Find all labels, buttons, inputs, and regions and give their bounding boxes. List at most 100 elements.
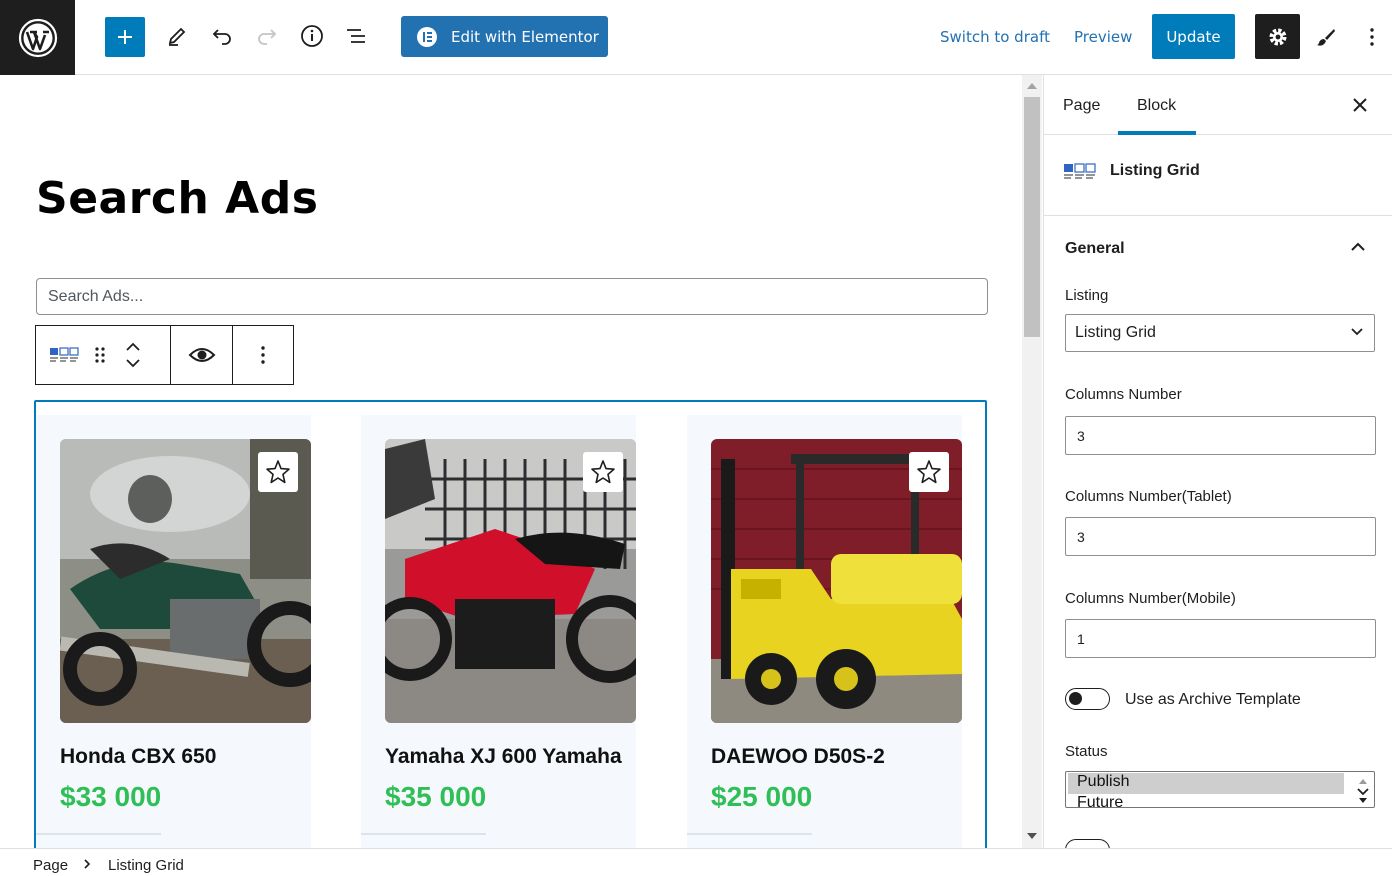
undo-icon bbox=[212, 29, 231, 45]
listbox-scroll-arrows-icon[interactable] bbox=[1354, 773, 1372, 806]
block-toolbar-group-options bbox=[233, 326, 293, 384]
tools-button[interactable] bbox=[157, 16, 197, 56]
columns-mobile-value: 1 bbox=[1077, 630, 1085, 647]
pencil-icon bbox=[168, 27, 186, 46]
panel-title-general[interactable]: General bbox=[1065, 240, 1125, 258]
listing-price: $35 000 bbox=[385, 781, 487, 812]
more-vertical-icon bbox=[261, 346, 265, 364]
options-button[interactable] bbox=[1352, 17, 1392, 57]
switch-to-draft-button[interactable]: Switch to draft bbox=[940, 28, 1050, 46]
favorite-button[interactable] bbox=[258, 452, 298, 492]
scroll-up-arrow-icon[interactable] bbox=[1027, 83, 1037, 89]
edit-with-elementor-button[interactable]: Edit with Elementor bbox=[401, 16, 608, 57]
redo-icon bbox=[258, 29, 277, 45]
listing-image-motorcycle-red[interactable] bbox=[385, 439, 636, 723]
scroll-down-arrow-icon[interactable] bbox=[1027, 833, 1037, 839]
columns-number-value: 3 bbox=[1077, 427, 1085, 444]
block-name: Listing Grid bbox=[1110, 162, 1200, 179]
listing-image-forklift-yellow[interactable] bbox=[711, 439, 962, 723]
listing-card[interactable]: DAEWOO D50S-2 $25 000 bbox=[687, 415, 962, 848]
details-button[interactable] bbox=[292, 16, 332, 56]
listing-price: $33 000 bbox=[60, 781, 162, 812]
undo-button[interactable] bbox=[202, 16, 242, 56]
listing-grid-icon bbox=[1064, 163, 1096, 179]
favorite-button[interactable] bbox=[583, 452, 623, 492]
star-icon bbox=[591, 460, 615, 484]
chevron-down-icon[interactable] bbox=[125, 357, 141, 369]
archive-template-label: Use as Archive Template bbox=[1125, 691, 1301, 708]
list-view-button[interactable] bbox=[337, 16, 377, 56]
star-icon bbox=[917, 460, 941, 484]
block-toolbar-group-move bbox=[36, 326, 171, 384]
listing-card[interactable]: Yamaha XJ 600 Yamaha $35 000 bbox=[361, 415, 636, 848]
preview-toggle-button[interactable] bbox=[188, 326, 216, 384]
add-block-button[interactable] bbox=[105, 17, 145, 57]
status-listbox[interactable]: Publish Future bbox=[1065, 771, 1375, 808]
chevron-down-icon bbox=[1351, 328, 1363, 336]
more-vertical-icon bbox=[1370, 28, 1374, 46]
plus-icon bbox=[118, 30, 132, 44]
columns-tablet-input[interactable]: 3 bbox=[1065, 517, 1376, 556]
columns-tablet-label: Columns Number(Tablet) bbox=[1065, 488, 1232, 505]
listing-title[interactable]: DAEWOO D50S-2 bbox=[711, 745, 885, 769]
listing-select[interactable]: Listing Grid bbox=[1065, 314, 1375, 352]
listing-card[interactable]: Honda CBX 650 $33 000 bbox=[36, 415, 311, 848]
settings-sidebar: Page Block Listing Grid General Listing … bbox=[1043, 75, 1392, 848]
styles-button[interactable] bbox=[1306, 17, 1346, 57]
elementor-icon bbox=[417, 26, 437, 47]
listing-title[interactable]: Yamaha XJ 600 Yamaha bbox=[385, 745, 622, 769]
chevron-up-icon[interactable] bbox=[1349, 240, 1367, 254]
star-icon bbox=[266, 460, 290, 484]
columns-number-input[interactable]: 3 bbox=[1065, 416, 1376, 455]
card-divider bbox=[361, 833, 486, 835]
update-button-label: Update bbox=[1166, 27, 1221, 46]
chevron-up-icon[interactable] bbox=[125, 341, 141, 353]
drag-handle-icon bbox=[95, 347, 105, 363]
status-option[interactable]: Future bbox=[1068, 794, 1344, 807]
preview-button[interactable]: Preview bbox=[1074, 28, 1132, 46]
page-title[interactable]: Search Ads bbox=[36, 173, 318, 224]
settings-button[interactable] bbox=[1255, 14, 1300, 59]
breadcrumb-listing-grid[interactable]: Listing Grid bbox=[108, 857, 184, 874]
block-card: Listing Grid bbox=[1044, 135, 1392, 216]
card-divider bbox=[36, 833, 161, 835]
sidebar-tabs: Page Block bbox=[1044, 75, 1392, 135]
redo-button[interactable] bbox=[247, 16, 287, 56]
breadcrumb-page[interactable]: Page bbox=[33, 857, 68, 874]
listing-grid-block[interactable]: Honda CBX 650 $33 000 Yamaha XJ 600 Yama… bbox=[34, 400, 987, 848]
columns-mobile-label: Columns Number(Mobile) bbox=[1065, 590, 1236, 607]
canvas-scrollbar[interactable] bbox=[1022, 75, 1042, 848]
drag-handle[interactable] bbox=[88, 326, 112, 384]
columns-label: Columns Number bbox=[1065, 386, 1182, 403]
listing-image-motorcycle-green[interactable] bbox=[60, 439, 311, 723]
scroll-thumb[interactable] bbox=[1024, 97, 1040, 337]
listing-grid-icon bbox=[50, 347, 79, 362]
close-sidebar-button[interactable] bbox=[1348, 93, 1372, 117]
listing-label: Listing bbox=[1065, 287, 1109, 304]
editor-header: Edit with Elementor Switch to draft Prev… bbox=[0, 0, 1392, 75]
update-button[interactable]: Update bbox=[1152, 14, 1235, 59]
gear-icon bbox=[1269, 28, 1286, 45]
block-toolbar bbox=[35, 325, 294, 385]
info-icon bbox=[301, 25, 323, 47]
listing-title[interactable]: Honda CBX 650 bbox=[60, 745, 216, 769]
columns-mobile-input[interactable]: 1 bbox=[1065, 619, 1376, 658]
status-option-selected[interactable]: Publish bbox=[1068, 773, 1344, 794]
status-label: Status bbox=[1065, 743, 1108, 760]
columns-tablet-value: 3 bbox=[1077, 528, 1085, 545]
search-ads-input[interactable] bbox=[36, 278, 988, 315]
archive-template-toggle[interactable] bbox=[1065, 688, 1110, 710]
block-toolbar-group-preview bbox=[171, 326, 233, 384]
list-view-icon bbox=[347, 29, 365, 43]
favorite-button[interactable] bbox=[909, 452, 949, 492]
editor-canvas: Search Ads Search Ads... Honda CBX 650 $… bbox=[0, 75, 1022, 848]
block-options-button[interactable] bbox=[259, 326, 267, 384]
wordpress-logo-button[interactable] bbox=[0, 0, 75, 75]
secondary-toggle[interactable] bbox=[1065, 839, 1110, 848]
tab-block[interactable]: Block bbox=[1137, 97, 1176, 115]
brush-icon bbox=[1317, 29, 1335, 46]
tab-page[interactable]: Page bbox=[1063, 97, 1100, 115]
chevron-right-icon bbox=[84, 859, 91, 869]
move-up-down-buttons[interactable] bbox=[118, 326, 148, 384]
block-type-button[interactable] bbox=[48, 326, 82, 384]
